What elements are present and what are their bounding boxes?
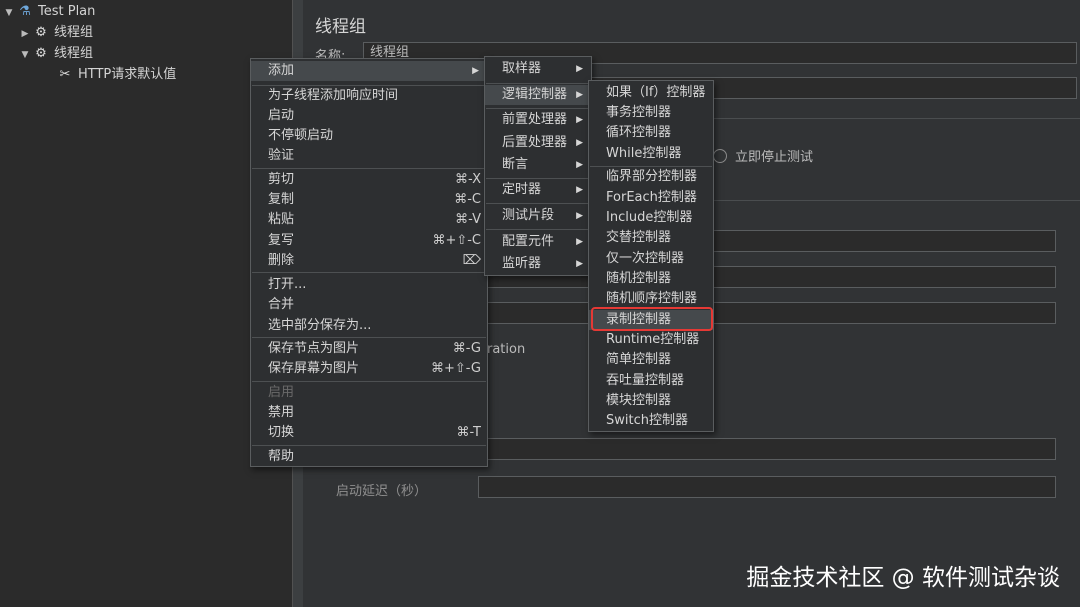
- menu-item-post-processor[interactable]: 后置处理器 ▶: [485, 133, 591, 153]
- submenu-arrow-icon: ▶: [576, 160, 583, 170]
- menu-item-assertion[interactable]: 断言 ▶: [485, 155, 591, 175]
- menu-item-if-controller[interactable]: 如果（If）控制器: [589, 83, 713, 103]
- tree-item-thread-group-2[interactable]: ▼ ⚙ 线程组: [18, 43, 93, 64]
- menu-item-interleave-controller[interactable]: 交替控制器: [589, 228, 713, 248]
- menu-item-sampler[interactable]: 取样器 ▶: [485, 59, 591, 79]
- menu-item-random-order-controller[interactable]: 随机顺序控制器: [589, 289, 713, 309]
- menu-item-add-response-time[interactable]: 为子线程添加响应时间: [251, 86, 487, 106]
- menu-item-add[interactable]: 添加 ▶: [251, 61, 487, 81]
- menu-separator: [486, 83, 590, 84]
- collapse-arrow-icon[interactable]: ▼: [2, 3, 16, 24]
- tree-item-test-plan[interactable]: ▼ ⚗ Test Plan: [2, 1, 96, 24]
- menu-item-critical-section-controller[interactable]: 临界部分控制器: [589, 167, 713, 187]
- gear-icon: ⚙: [35, 25, 47, 40]
- menu-separator: [486, 108, 590, 109]
- menu-item-enable: 启用: [268, 385, 295, 400]
- submenu-arrow-icon: ▶: [576, 64, 583, 74]
- menu-item-save-node-image[interactable]: 保存节点为图片 ⌘-G: [251, 339, 487, 359]
- menu-item-random-controller[interactable]: 随机控制器: [589, 269, 713, 289]
- menu-item-start-no-pause[interactable]: 不停顿启动: [251, 126, 487, 146]
- duration-field[interactable]: [478, 438, 1056, 460]
- context-menu: 添加 ▶ 为子线程添加响应时间 启动 不停顿启动 验证 剪切 ⌘-X 复制 ⌘-C 粘…: [250, 58, 488, 467]
- collapse-arrow-icon[interactable]: ▼: [18, 45, 32, 66]
- menu-separator: [252, 381, 486, 382]
- menu-item-start[interactable]: 启动: [251, 106, 487, 126]
- menu-item-simple-controller[interactable]: 简单控制器: [589, 350, 713, 370]
- menu-item-timer[interactable]: 定时器 ▶: [485, 180, 591, 200]
- wrench-icon: ✂: [59, 67, 71, 82]
- submenu-arrow-icon: ▶: [576, 138, 583, 148]
- submenu-arrow-icon: ▶: [576, 90, 583, 100]
- menu-item-cut[interactable]: 剪切 ⌘-X: [251, 170, 487, 190]
- menu-separator: [486, 178, 590, 179]
- menu-item-switch-controller[interactable]: Switch控制器: [589, 411, 713, 431]
- menu-item-save-screen-image[interactable]: 保存屏幕为图片 ⌘+⇧-G: [251, 359, 487, 379]
- menu-item-help[interactable]: 帮助: [251, 447, 487, 467]
- add-submenu: 取样器 ▶ 逻辑控制器 ▶ 前置处理器 ▶ 后置处理器 ▶ 断言 ▶ 定时器 ▶ 测试片段 ▶…: [484, 56, 592, 276]
- menu-item-save-selection[interactable]: 选中部分保存为...: [251, 316, 487, 336]
- menu-item-validate[interactable]: 验证: [251, 146, 487, 166]
- menu-item-module-controller[interactable]: 模块控制器: [589, 391, 713, 411]
- test-plan-tree: ▼ ⚗ Test Plan ▶ ⚙ 线程组 ▼ ⚙ 线程组 ✂ HTTP请求默认值: [0, 0, 292, 607]
- watermark: 掘金技术社区 @ 软件测试杂谈: [746, 565, 1060, 591]
- menu-item-duplicate[interactable]: 复写 ⌘+⇧-C: [251, 231, 487, 251]
- menu-item-logic-controller[interactable]: 逻辑控制器 ▶: [485, 85, 591, 105]
- menu-item-delete[interactable]: 删除 ⌦: [251, 251, 487, 271]
- menu-separator: [486, 203, 590, 204]
- radio-icon: [713, 149, 727, 163]
- submenu-arrow-icon: ▶: [576, 259, 583, 269]
- menu-separator: [252, 272, 486, 273]
- startup-delay-field[interactable]: [478, 476, 1056, 498]
- startup-delay-label: 启动延迟（秒）: [336, 484, 428, 499]
- menu-item-once-only-controller[interactable]: 仅一次控制器: [589, 249, 713, 269]
- submenu-arrow-icon: ▶: [576, 115, 583, 125]
- submenu-arrow-icon: ▶: [576, 211, 583, 221]
- submenu-arrow-icon: ▶: [576, 237, 583, 247]
- menu-item-toggle[interactable]: 切换 ⌘-T: [251, 423, 487, 443]
- stop-now-option[interactable]: 立即停止测试: [713, 146, 813, 165]
- expand-arrow-icon[interactable]: ▶: [18, 24, 32, 45]
- tree-item-http-defaults[interactable]: ✂ HTTP请求默认值: [56, 64, 177, 85]
- menu-item-paste[interactable]: 粘贴 ⌘-V: [251, 210, 487, 230]
- menu-item-disable[interactable]: 禁用: [251, 403, 487, 423]
- logic-controller-submenu: 如果（If）控制器 事务控制器 循环控制器 While控制器 临界部分控制器 F…: [588, 80, 714, 432]
- menu-item-throughput-controller[interactable]: 吞吐量控制器: [589, 371, 713, 391]
- menu-item-open[interactable]: 打开...: [251, 275, 487, 295]
- menu-item-merge[interactable]: 合并: [251, 295, 487, 315]
- highlight-box: [591, 307, 713, 331]
- menu-item-runtime-controller[interactable]: Runtime控制器: [589, 330, 713, 350]
- menu-item-foreach-controller[interactable]: ForEach控制器: [589, 188, 713, 208]
- tree-item-thread-group-1[interactable]: ▶ ⚙ 线程组: [18, 22, 93, 43]
- menu-item-include-controller[interactable]: Include控制器: [589, 208, 713, 228]
- gear-icon: ⚙: [35, 46, 47, 61]
- menu-separator: [486, 229, 590, 230]
- menu-item-copy[interactable]: 复制 ⌘-C: [251, 190, 487, 210]
- menu-item-pre-processor[interactable]: 前置处理器 ▶: [485, 110, 591, 130]
- submenu-arrow-icon: ▶: [576, 185, 583, 195]
- menu-item-test-fragment[interactable]: 测试片段 ▶: [485, 206, 591, 226]
- menu-item-while-controller[interactable]: While控制器: [589, 144, 713, 164]
- loop-count-field[interactable]: [478, 302, 1056, 324]
- menu-item-listener[interactable]: 监听器 ▶: [485, 254, 591, 274]
- same-user-iteration-label: ration: [487, 342, 526, 357]
- menu-separator: [252, 445, 486, 446]
- menu-separator: [252, 168, 486, 169]
- menu-separator: [252, 337, 486, 338]
- flask-icon: ⚗: [19, 4, 31, 19]
- submenu-arrow-icon: ▶: [472, 66, 479, 76]
- menu-item-transaction-controller[interactable]: 事务控制器: [589, 103, 713, 123]
- page-title: 线程组: [315, 17, 366, 37]
- menu-item-config-element[interactable]: 配置元件 ▶: [485, 232, 591, 252]
- menu-item-loop-controller[interactable]: 循环控制器: [589, 123, 713, 143]
